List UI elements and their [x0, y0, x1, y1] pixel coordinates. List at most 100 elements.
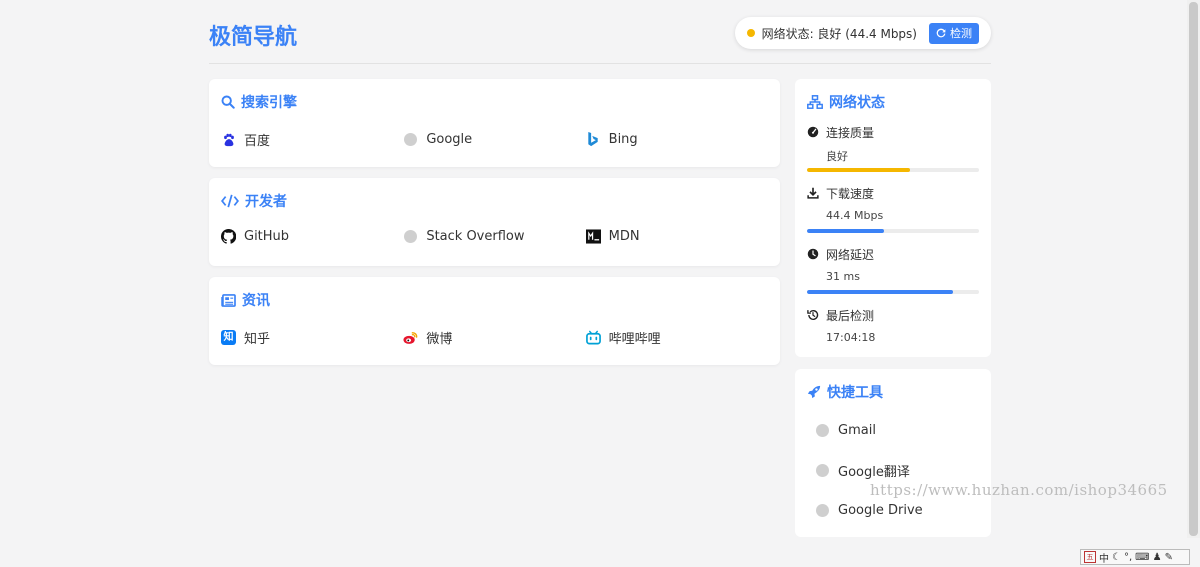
section-title: 搜索引擎: [241, 95, 297, 111]
detect-button-label: 检测: [950, 27, 972, 40]
header: 极简导航 网络状态: 良好 (44.4 Mbps) 检测: [209, 0, 991, 64]
ime-mode-label[interactable]: 中: [1099, 550, 1109, 565]
quick-tools-card: 快捷工具 Gmail Google翻译 Google Drive: [795, 369, 991, 537]
stat-label: 连接质量: [826, 125, 875, 140]
main-column: 搜索引擎 百度 Google Bing 开发者 GitHub Stack Ove…: [209, 79, 780, 376]
moon-icon[interactable]: ☾: [1112, 552, 1121, 563]
network-status-pill: 网络状态: 良好 (44.4 Mbps) 检测: [734, 17, 991, 49]
baidu-icon: [221, 132, 236, 147]
section-header: 搜索引擎: [221, 93, 768, 111]
link-stackoverflow[interactable]: Stack Overflow: [403, 229, 585, 244]
tool-label: Google Drive: [838, 502, 923, 518]
weibo-icon: [403, 330, 418, 345]
wrench-icon[interactable]: ✎: [1165, 552, 1173, 563]
section-title: 资讯: [242, 293, 270, 309]
section-title: 快捷工具: [827, 385, 883, 401]
keyboard-icon[interactable]: ⌨: [1135, 552, 1149, 563]
link-label: MDN: [608, 229, 640, 244]
section-title: 开发者: [245, 194, 287, 210]
link-label: Stack Overflow: [426, 229, 525, 244]
site-title[interactable]: 极简导航: [209, 19, 297, 51]
download-bar: [807, 229, 979, 233]
link-bing[interactable]: Bing: [586, 130, 768, 149]
section-news: 资讯 知 知乎 微博 哔哩哔哩: [209, 277, 780, 365]
user-icon[interactable]: ♟: [1153, 552, 1162, 563]
link-mdn[interactable]: MDN: [585, 229, 768, 244]
link-weibo[interactable]: 微博: [403, 328, 585, 347]
link-label: Google: [426, 132, 473, 147]
refresh-icon: [936, 28, 946, 38]
github-icon: [221, 229, 236, 244]
sidebar-column: 网络状态 连接质量 良好 下载速度 44.4 Mbps 网络延迟 31 ms 最…: [795, 79, 991, 537]
tool-label: Google翻译: [838, 464, 910, 480]
stat-connection-quality: 连接质量 良好: [807, 125, 979, 172]
clock-icon: [807, 248, 819, 260]
page-container: 极简导航 网络状态: 良好 (44.4 Mbps) 检测 搜索引擎 百度 Goo…: [209, 0, 991, 537]
google-drive-icon: [816, 503, 829, 517]
tool-google-drive[interactable]: Google Drive: [816, 502, 979, 518]
history-icon: [807, 309, 819, 321]
stat-label: 网络延迟: [826, 247, 875, 262]
network-icon: [807, 95, 823, 109]
link-label: GitHub: [244, 229, 290, 244]
section-developer: 开发者 GitHub Stack Overflow MDN: [209, 178, 780, 266]
stat-label: 最后检测: [826, 308, 875, 323]
network-status-card: 网络状态 连接质量 良好 下载速度 44.4 Mbps 网络延迟 31 ms 最…: [795, 79, 991, 357]
section-title: 网络状态: [829, 95, 885, 111]
gauge-icon: [807, 126, 819, 138]
ime-tray: 五 中 ☾ °, ⌨ ♟ ✎: [1080, 549, 1190, 565]
scrollbar-thumb[interactable]: [1189, 2, 1198, 536]
ime-logo-icon[interactable]: 五: [1084, 551, 1096, 563]
stat-latency: 网络延迟 31 ms: [807, 247, 979, 294]
link-github[interactable]: GitHub: [221, 229, 403, 244]
link-label: 哔哩哔哩: [608, 332, 661, 347]
rocket-icon: [807, 385, 821, 399]
latency-bar: [807, 290, 979, 294]
zhihu-icon: 知: [221, 330, 236, 345]
scrollbar[interactable]: [1187, 0, 1200, 538]
stat-last-check: 最后检测 17:04:18: [807, 308, 979, 344]
download-icon: [807, 187, 819, 199]
newspaper-icon: [221, 293, 236, 307]
link-baidu[interactable]: 百度: [221, 130, 403, 149]
code-icon: [221, 194, 239, 208]
network-status-text: 网络状态: 良好 (44.4 Mbps): [761, 26, 917, 41]
link-label: Bing: [608, 132, 638, 147]
link-label: 百度: [244, 134, 271, 149]
section-header: 开发者: [221, 192, 768, 210]
section-header: 网络状态: [807, 93, 979, 111]
link-google[interactable]: Google: [403, 130, 585, 149]
quality-bar-fill: [807, 168, 911, 172]
stackoverflow-icon: [403, 229, 418, 244]
section-header: 快捷工具: [807, 383, 979, 401]
latency-bar-fill: [807, 290, 954, 294]
stat-label: 下载速度: [826, 186, 875, 201]
punctuation-icon[interactable]: °,: [1124, 552, 1132, 563]
stat-value: 31 ms: [826, 270, 860, 283]
stat-download-speed: 下载速度 44.4 Mbps: [807, 186, 979, 233]
quality-bar: [807, 168, 979, 172]
tool-gmail[interactable]: Gmail: [816, 422, 979, 438]
stat-value: 17:04:18: [826, 331, 876, 344]
detect-button[interactable]: 检测: [929, 22, 979, 44]
tool-label: Gmail: [838, 422, 876, 438]
link-label: 知乎: [244, 332, 271, 347]
bilibili-icon: [585, 330, 601, 345]
stat-value: 44.4 Mbps: [826, 209, 884, 222]
search-icon: [221, 95, 235, 109]
status-dot: [746, 29, 755, 37]
bing-icon: [586, 132, 601, 147]
link-label: 微博: [426, 332, 453, 347]
link-bilibili[interactable]: 哔哩哔哩: [585, 328, 768, 347]
section-search-engines: 搜索引擎 百度 Google Bing: [209, 79, 780, 167]
download-bar-fill: [807, 229, 885, 233]
gmail-icon: [816, 423, 829, 437]
watermark: https://www.huzhan.com/ishop34665: [870, 481, 1168, 499]
link-zhihu[interactable]: 知 知乎: [221, 328, 403, 347]
stat-value: 良好: [826, 150, 848, 163]
google-icon: [403, 132, 418, 147]
mdn-icon: [585, 229, 601, 244]
google-translate-icon: [816, 463, 829, 477]
section-header: 资讯: [221, 291, 768, 309]
tool-google-translate[interactable]: Google翻译: [816, 462, 979, 480]
